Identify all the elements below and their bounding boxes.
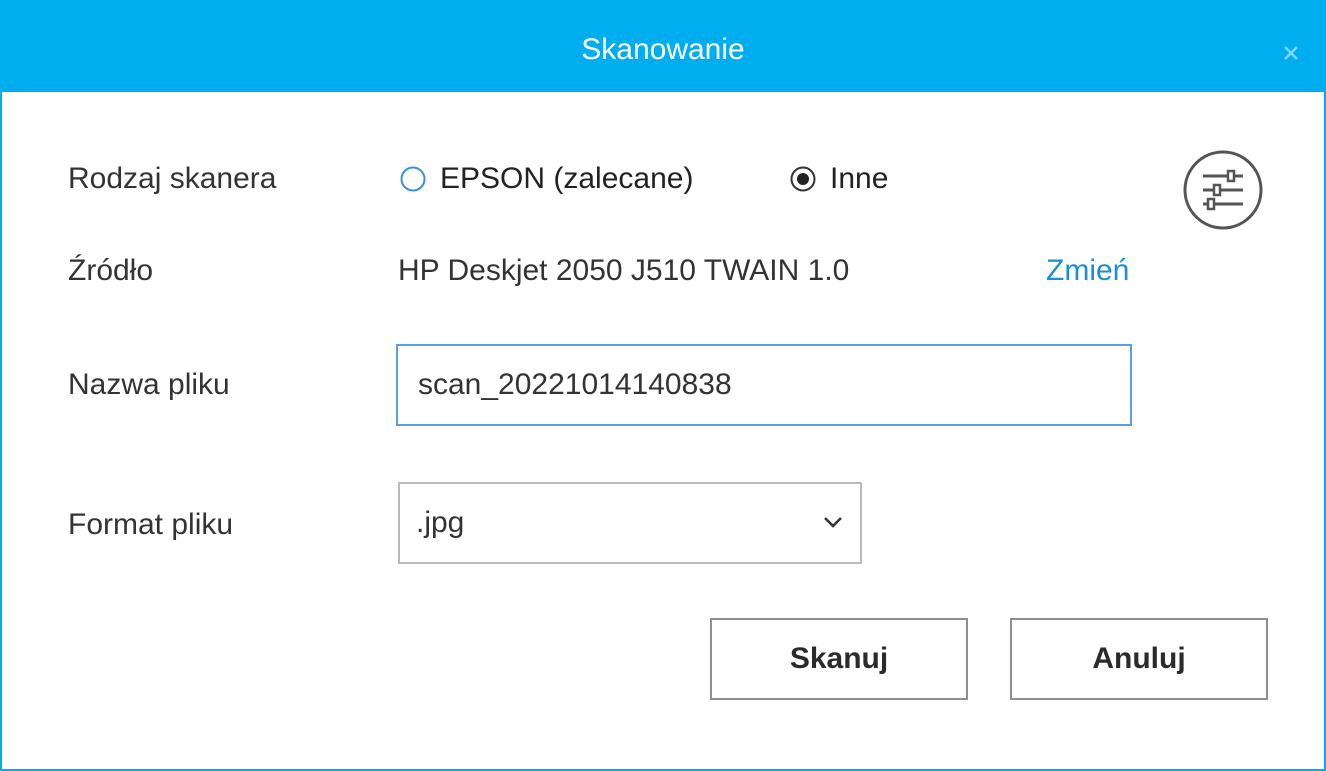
radio-checked-icon	[790, 166, 816, 192]
close-icon[interactable]	[1276, 38, 1306, 68]
radio-unchecked-icon	[400, 166, 426, 192]
scan-dialog: Skanowanie Rodzaj skanera EPSON (zalecan…	[0, 0, 1326, 771]
cancel-button[interactable]: Anuluj	[1010, 618, 1268, 700]
format-selected-value: .jpg	[416, 506, 465, 539]
scanner-type-label: Rodzaj skanera	[68, 162, 277, 195]
scan-button[interactable]: Skanuj	[710, 618, 968, 700]
change-source-link[interactable]: Zmień	[1046, 254, 1129, 288]
radio-other[interactable]: Inne	[790, 162, 888, 196]
format-label: Format pliku	[68, 508, 234, 541]
chevron-down-icon	[824, 517, 842, 528]
source-label: Źródło	[68, 254, 154, 287]
radio-other-label: Inne	[830, 162, 889, 195]
filename-input[interactable]	[396, 344, 1132, 426]
radio-epson-label: EPSON (zalecane)	[440, 162, 694, 195]
format-select[interactable]: .jpg	[398, 482, 862, 564]
radio-epson[interactable]: EPSON (zalecane)	[400, 162, 693, 196]
sliders-settings-icon[interactable]	[1176, 148, 1270, 232]
source-value: HP Deskjet 2050 J510 TWAIN 1.0	[398, 254, 850, 287]
title-bar: Skanowanie	[2, 2, 1324, 92]
filename-label: Nazwa pliku	[68, 368, 230, 401]
dialog-title: Skanowanie	[581, 33, 745, 66]
